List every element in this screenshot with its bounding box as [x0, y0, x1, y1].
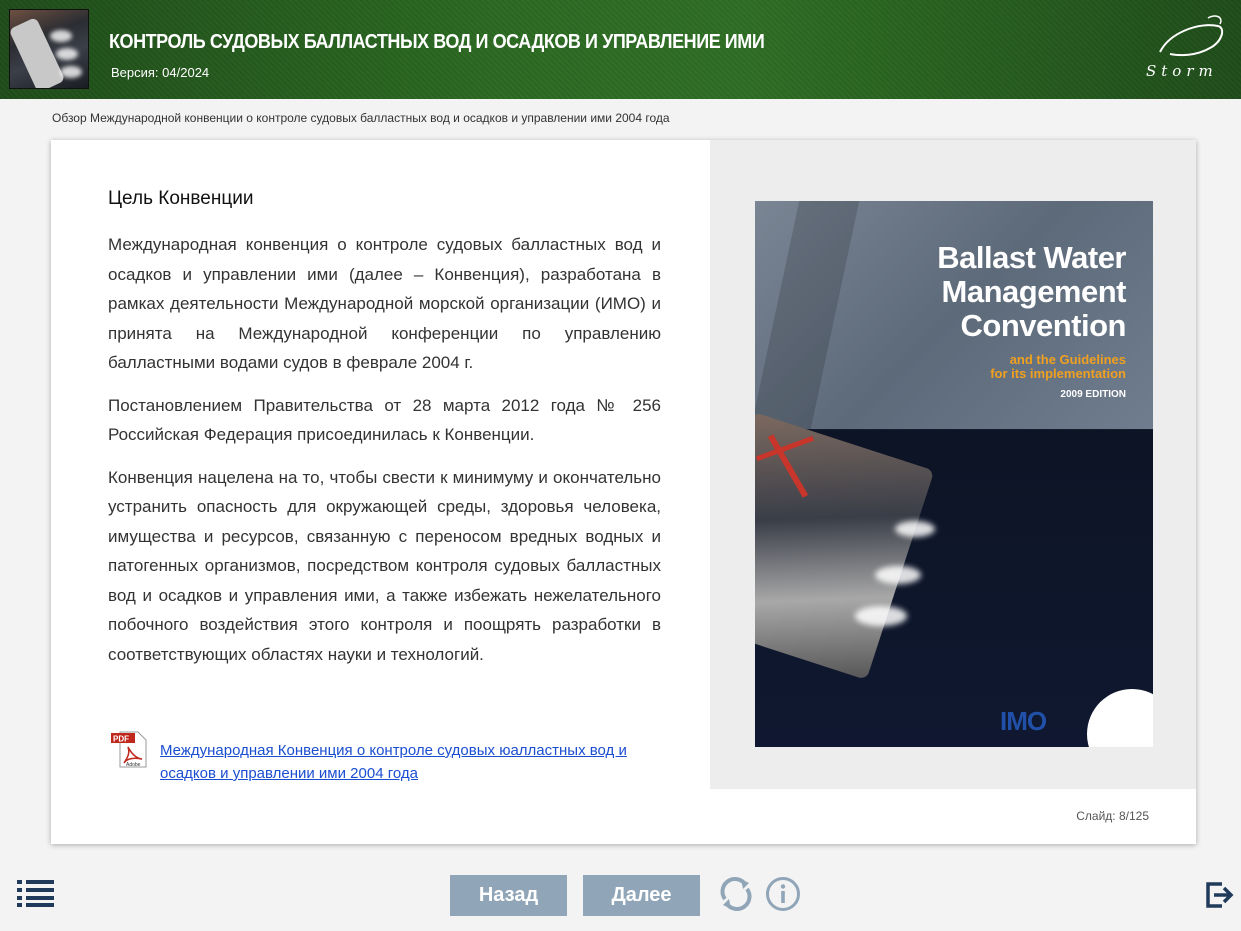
pdf-icon[interactable]: PDF Adobe [110, 729, 150, 769]
pdf-icon-brand: Adobe [126, 762, 141, 768]
book-edition: 2009 EDITION [1060, 389, 1126, 400]
header-bar: КОНТРОЛЬ СУДОВЫХ БАЛЛАСТНЫХ ВОД И ОСАДКО… [0, 0, 1241, 99]
back-button[interactable]: Назад [450, 875, 567, 916]
imo-logo: IMO [1000, 706, 1047, 736]
next-button[interactable]: Далее [583, 875, 700, 916]
slide-panel: Цель Конвенции Международная конвенция о… [51, 140, 1196, 844]
course-thumbnail [9, 9, 89, 89]
slide-text: Международная конвенция о контроле судов… [108, 230, 661, 682]
exit-icon[interactable] [1204, 880, 1234, 910]
paragraph: Конвенция нацелена на то, чтобы свести к… [108, 467, 661, 664]
book-subtitle: and the Guidelines for its implementatio… [990, 352, 1126, 381]
storm-logo-text: Storm [1146, 62, 1218, 80]
reload-icon[interactable] [717, 875, 755, 913]
slide-counter: Слайд: 8/125 [1076, 809, 1149, 823]
paragraph: Международная конвенция о контроле судов… [108, 235, 661, 372]
paragraph: Постановлением Правительства от 28 марта… [108, 395, 661, 445]
breadcrumb: Обзор Международной конвенции о контроле… [52, 111, 670, 125]
menu-list-icon[interactable] [17, 880, 54, 907]
book-title: Ballast Water Management Convention [937, 240, 1126, 343]
course-version: Версия: 04/2024 [111, 65, 210, 80]
info-icon[interactable] [765, 876, 801, 912]
book-cover-image: Ballast Water Management Convention and … [755, 201, 1153, 747]
convention-pdf-link[interactable]: Международная Конвенция о контроле судов… [160, 739, 670, 785]
course-title: КОНТРОЛЬ СУДОВЫХ БАЛЛАСТНЫХ ВОД И ОСАДКО… [109, 31, 765, 53]
slide-heading: Цель Конвенции [108, 188, 254, 209]
pdf-icon-label: PDF [113, 735, 129, 744]
